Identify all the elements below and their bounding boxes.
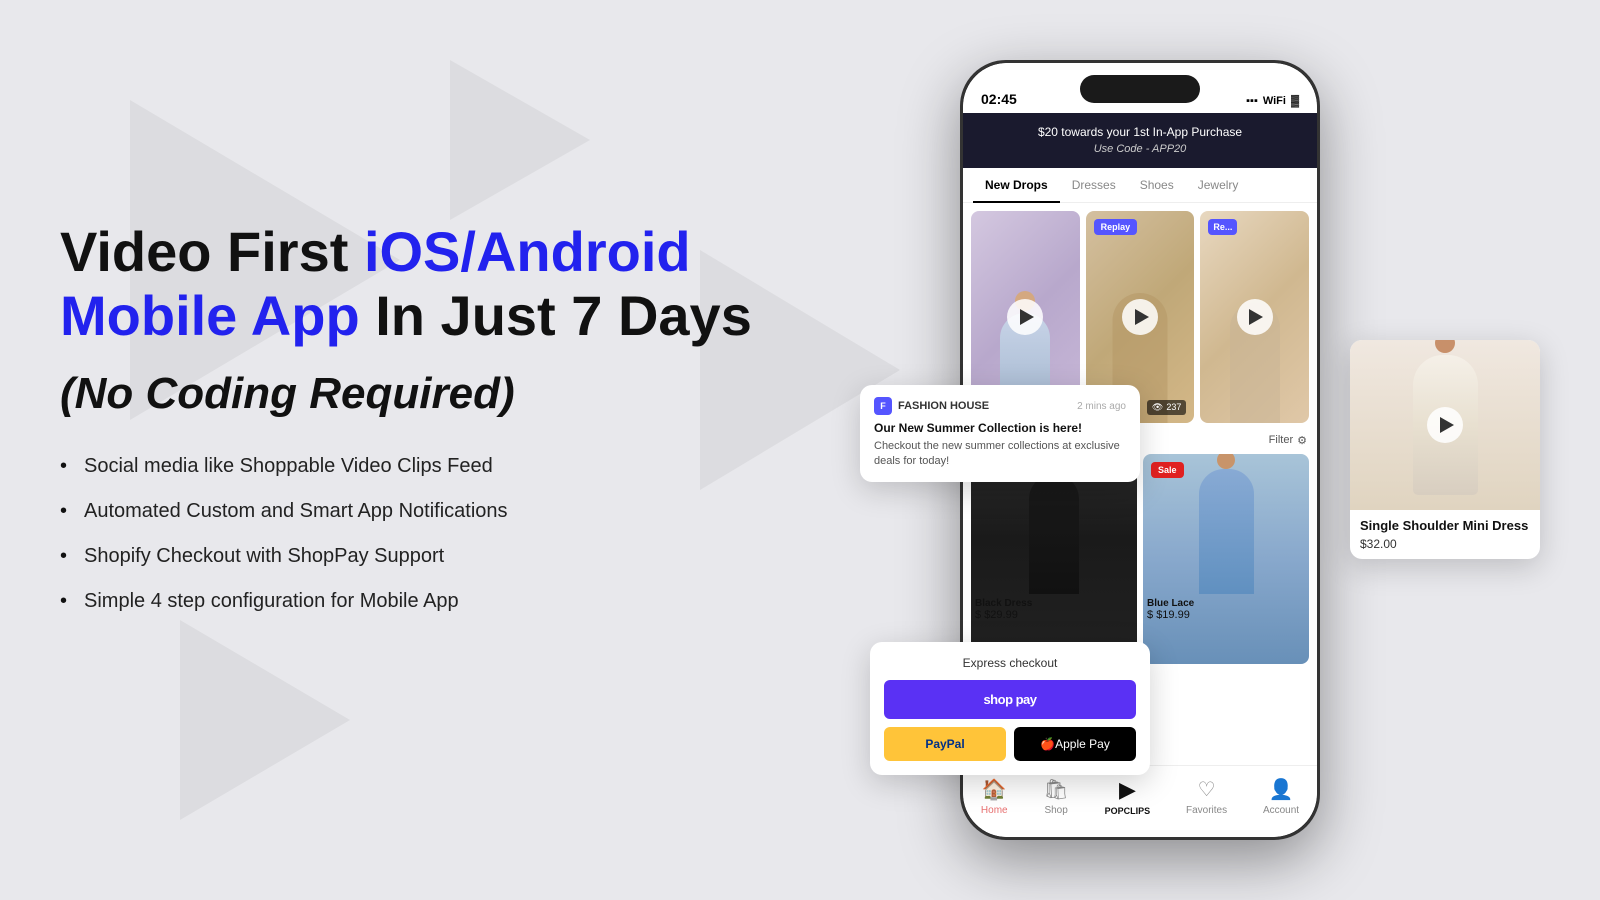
favorites-icon: ♡ xyxy=(1198,777,1216,802)
play-triangle-icon-card xyxy=(1440,417,1454,433)
subheadline: (No Coding Required) xyxy=(60,369,760,419)
bullet-4: Simple 4 step configuration for Mobile A… xyxy=(60,590,760,613)
bg-triangle-4 xyxy=(180,620,350,820)
nav-account-label: Account xyxy=(1263,805,1299,816)
single-shoulder-card[interactable]: Single Shoulder Mini Dress $32.00 xyxy=(1350,340,1540,559)
sale-badge: Sale xyxy=(1151,462,1184,478)
rec-card-blue-lace[interactable]: Sale Blue Lace $ $19.99 xyxy=(1143,454,1309,664)
nav-popclips[interactable]: ▶ POPCLIPS xyxy=(1105,777,1151,816)
rec-product-2-name: Blue Lace xyxy=(1147,598,1305,609)
replay-badge: Replay xyxy=(1094,219,1138,235)
rec-card-black-dress[interactable]: Black Dress $ $29.99 xyxy=(971,454,1137,664)
nav-home[interactable]: 🏠 Home xyxy=(981,777,1008,816)
headline-days: In Just 7 Days xyxy=(360,284,752,347)
nav-favorites[interactable]: ♡ Favorites xyxy=(1186,777,1227,816)
other-payment-options: PayPal 🍎 Apple Pay xyxy=(884,727,1136,761)
phone-notch xyxy=(1080,75,1200,103)
play-button-3[interactable] xyxy=(1237,299,1273,335)
play-button-2[interactable] xyxy=(1122,299,1158,335)
bullet-1: Social media like Shoppable Video Clips … xyxy=(60,455,760,478)
bullet-2: Automated Custom and Smart App Notificat… xyxy=(60,500,760,523)
notification-header: F FASHION HOUSE 2 mins ago xyxy=(874,397,1126,415)
account-icon: 👤 xyxy=(1269,777,1294,802)
nav-shop-label: Shop xyxy=(1044,805,1067,816)
phone-area: 02:45 ▪▪▪ WiFi ▓ $20 towards your 1st In… xyxy=(860,30,1540,870)
headline: Video First iOS/Android Mobile App In Ju… xyxy=(60,220,760,349)
notification-popup: F FASHION HOUSE 2 mins ago Our New Summe… xyxy=(860,385,1140,482)
shoppay-button[interactable]: shop pay xyxy=(884,680,1136,719)
bg-triangle-3 xyxy=(450,60,590,220)
nav-account[interactable]: 👤 Account xyxy=(1263,777,1299,816)
rec-product-1-info: Black Dress $ $29.99 xyxy=(971,594,1137,621)
notification-title: Our New Summer Collection is here! xyxy=(874,421,1126,435)
tab-shoes[interactable]: Shoes xyxy=(1128,168,1186,202)
headline-part1: Video First xyxy=(60,220,364,283)
status-time: 02:45 xyxy=(981,91,1017,107)
nav-favorites-label: Favorites xyxy=(1186,805,1227,816)
home-icon: 🏠 xyxy=(982,777,1007,802)
nav-shop[interactable]: 🛍 Shop xyxy=(1043,777,1068,816)
apple-icon: 🍎 xyxy=(1040,737,1055,751)
tab-dresses[interactable]: Dresses xyxy=(1060,168,1128,202)
headline-ios-android: iOS/Android xyxy=(364,220,691,283)
promo-banner: $20 towards your 1st In-App Purchase Use… xyxy=(963,113,1317,168)
left-panel: Video First iOS/Android Mobile App In Ju… xyxy=(60,220,760,635)
feature-list: Social media like Shoppable Video Clips … xyxy=(60,455,760,613)
single-shoulder-price: $32.00 xyxy=(1360,537,1530,551)
rec-product-1-name: Black Dress xyxy=(975,598,1133,609)
filter-button[interactable]: Filter ⚙ xyxy=(1269,434,1307,447)
filter-label: Filter xyxy=(1269,434,1293,446)
express-checkout-popup: Express checkout shop pay PayPal 🍎 Apple… xyxy=(870,642,1150,775)
replay-badge-3: Re... xyxy=(1208,219,1237,235)
status-icons: ▪▪▪ WiFi ▓ xyxy=(1246,95,1299,107)
headline-mobile-app: Mobile App xyxy=(60,284,360,347)
checkout-title: Express checkout xyxy=(884,656,1136,670)
notification-brand: F FASHION HOUSE xyxy=(874,397,989,415)
play-button-1[interactable] xyxy=(1007,299,1043,335)
bullet-3: Shopify Checkout with ShopPay Support xyxy=(60,545,760,568)
single-shoulder-name: Single Shoulder Mini Dress xyxy=(1360,518,1530,533)
shop-icon: 🛍 xyxy=(1043,777,1068,802)
applepay-button[interactable]: 🍎 Apple Pay xyxy=(1014,727,1136,761)
rec-product-2-price: $ $19.99 xyxy=(1147,609,1305,621)
battery-icon: ▓ xyxy=(1291,95,1299,107)
rec-product-2-info: Blue Lace $ $19.99 xyxy=(1143,594,1309,621)
video-card-3[interactable]: Re... xyxy=(1200,211,1309,423)
views-count: 237 xyxy=(1166,402,1181,412)
wifi-icon: WiFi xyxy=(1263,95,1286,107)
play-button-card[interactable] xyxy=(1427,407,1463,443)
recommended-products-row: Black Dress $ $29.99 Sale Blue Lace xyxy=(963,454,1317,664)
play-triangle-icon-3 xyxy=(1249,309,1263,325)
promo-main-text: $20 towards your 1st In-App Purchase xyxy=(971,123,1309,141)
nav-home-label: Home xyxy=(981,805,1008,816)
bottom-nav[interactable]: 🏠 Home 🛍 Shop ▶ POPCLIPS ♡ Favorites 👤 xyxy=(963,765,1317,837)
popclips-icon: ▶ xyxy=(1119,777,1136,803)
eye-icon: 👁 xyxy=(1152,402,1163,413)
signal-icon: ▪▪▪ xyxy=(1246,95,1258,107)
tab-jewelry[interactable]: Jewelry xyxy=(1186,168,1251,202)
notification-body: Checkout the new summer collections at e… xyxy=(874,439,1126,470)
filter-icon: ⚙ xyxy=(1297,434,1307,447)
tab-new-drops[interactable]: New Drops xyxy=(973,168,1060,202)
brand-logo: F xyxy=(874,397,892,415)
single-shoulder-info: Single Shoulder Mini Dress $32.00 xyxy=(1350,510,1540,559)
brand-name: FASHION HOUSE xyxy=(898,400,989,412)
notification-time: 2 mins ago xyxy=(1077,401,1126,412)
paypal-button[interactable]: PayPal xyxy=(884,727,1006,761)
nav-popclips-label: POPCLIPS xyxy=(1105,806,1151,816)
paypal-label: PayPal xyxy=(925,737,964,751)
applepay-label: Apple Pay xyxy=(1055,737,1110,751)
play-triangle-icon-2 xyxy=(1135,309,1149,325)
views-badge: 👁 237 xyxy=(1147,400,1186,415)
promo-code-text: Use Code - APP20 xyxy=(971,141,1309,158)
rec-product-1-price: $ $29.99 xyxy=(975,609,1133,621)
single-shoulder-image xyxy=(1350,340,1540,510)
play-triangle-icon-1 xyxy=(1020,309,1034,325)
shoppay-label: shop pay xyxy=(983,692,1036,707)
product-tabs[interactable]: New Drops Dresses Shoes Jewelry xyxy=(963,168,1317,203)
